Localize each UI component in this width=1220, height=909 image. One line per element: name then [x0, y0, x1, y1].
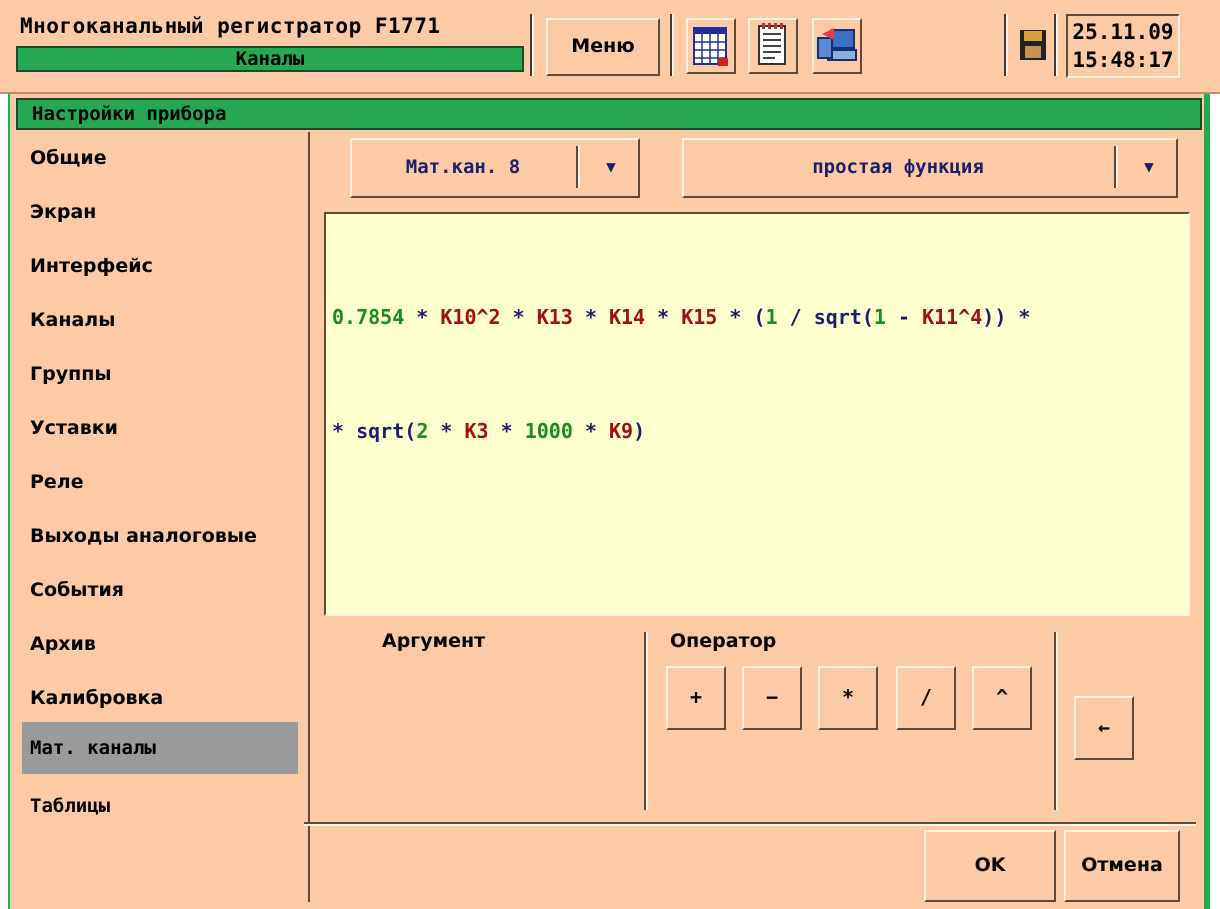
chevron-down-icon[interactable]: ▼: [586, 140, 636, 196]
sidebar-item-analog-outputs[interactable]: Выходы аналоговые: [22, 510, 298, 562]
formula-token: 0.7854: [332, 305, 405, 329]
formula-token: sqrt: [813, 305, 862, 329]
cancel-button[interactable]: Отмена: [1064, 830, 1180, 902]
sidebar-item-tables[interactable]: Таблицы: [22, 780, 298, 832]
sidebar-item-events[interactable]: События: [22, 564, 298, 616]
sidebar-item-math-channels[interactable]: Мат. каналы: [22, 722, 298, 774]
formula-token: K9: [609, 419, 634, 443]
divider: [1054, 632, 1058, 810]
backspace-button[interactable]: ←: [1074, 696, 1134, 760]
formula-token: *: [572, 305, 609, 329]
date-text: 25.11.09: [1072, 20, 1174, 44]
panel-title: Настройки прибора: [16, 98, 1202, 130]
formula-token: *: [488, 419, 525, 443]
export-data-icon[interactable]: [812, 18, 862, 74]
formula-token: ): [633, 419, 646, 443]
sidebar-item-screen[interactable]: Экран: [22, 186, 298, 238]
formula-token: (: [861, 305, 874, 329]
operator-divide-button[interactable]: /: [896, 666, 956, 730]
sidebar-item-relays[interactable]: Реле: [22, 456, 298, 508]
save-disk-icon[interactable]: [1018, 28, 1048, 62]
formula-token: -: [885, 305, 923, 329]
sidebar-item-channels[interactable]: Каналы: [22, 294, 298, 346]
formula-token: K14: [608, 305, 646, 329]
sidebar-item-calibration[interactable]: Калибровка: [22, 672, 298, 724]
sidebar-item-setpoints[interactable]: Уставки: [22, 402, 298, 454]
formula-token: 2: [416, 419, 429, 443]
settings-sidebar: Общие Экран Интерфейс Каналы Группы Уста…: [18, 132, 310, 902]
formula-token: K3: [464, 419, 489, 443]
ok-button[interactable]: OK: [924, 830, 1056, 902]
divider: [576, 146, 580, 188]
formula-editor[interactable]: 0.7854 * K10^2 * K13 * K14 * K15 * (1 / …: [324, 212, 1190, 616]
formula-line: 0.7854 * K10^2 * K13 * K14 * K15 * (1 / …: [332, 298, 1188, 336]
sidebar-item-general[interactable]: Общие: [22, 132, 298, 184]
sidebar-item-groups[interactable]: Группы: [22, 348, 298, 400]
time-text: 15:48:17: [1072, 48, 1174, 72]
formula-token: 1: [873, 305, 886, 329]
app-title: Многоканальный регистратор F1771: [20, 14, 441, 38]
operator-power-button[interactable]: ^: [972, 666, 1032, 730]
settings-panel: Настройки прибора Общие Экран Интерфейс …: [8, 94, 1210, 909]
formula-token: K13: [536, 305, 573, 329]
journal-icon[interactable]: [748, 18, 798, 74]
divider: [1054, 14, 1058, 76]
formula-token: *: [645, 305, 682, 329]
clock-display: 25.11.09 15:48:17: [1066, 14, 1180, 78]
operator-label: Оператор: [670, 630, 777, 652]
sidebar-item-archive[interactable]: Архив: [22, 618, 298, 670]
divider: [670, 14, 674, 76]
title-bar: Многоканальный регистратор F1771 Каналы …: [0, 0, 1220, 94]
formula-token: *: [332, 419, 357, 443]
operator-plus-button[interactable]: +: [666, 666, 726, 730]
formula-token: K10^2: [440, 305, 501, 329]
formula-token: *: [500, 305, 537, 329]
sidebar-item-interface[interactable]: Интерфейс: [22, 240, 298, 292]
formula-token: sqrt: [356, 419, 405, 443]
divider: [530, 14, 534, 76]
divider: [644, 632, 648, 810]
operator-minus-button[interactable]: −: [742, 666, 802, 730]
operator-multiply-button[interactable]: *: [818, 666, 878, 730]
formula-line: * sqrt(2 * K3 * 1000 * K9): [332, 412, 1188, 450]
formula-token: )) *: [982, 305, 1031, 329]
function-type-select[interactable]: простая функция ▼: [682, 138, 1178, 198]
mode-indicator: Каналы: [16, 46, 524, 72]
formula-token: * (: [717, 305, 766, 329]
formula-token: *: [404, 305, 441, 329]
function-type-value: простая функция: [812, 156, 984, 178]
formula-token: /: [777, 305, 814, 329]
formula-token: 1: [765, 305, 778, 329]
chevron-down-icon[interactable]: ▼: [1124, 140, 1174, 196]
menu-button[interactable]: Меню: [546, 18, 660, 76]
divider: [304, 822, 1196, 826]
formula-token: (: [404, 419, 417, 443]
divider: [1114, 146, 1118, 188]
formula-token: K15: [681, 305, 718, 329]
math-channel-value: Мат.кан. 8: [405, 156, 521, 178]
formula-token: 1000: [524, 419, 573, 443]
formula-token: K11^4: [922, 305, 983, 329]
formula-token: *: [428, 419, 465, 443]
math-channel-select[interactable]: Мат.кан. 8 ▼: [350, 138, 640, 198]
argument-label: Аргумент: [382, 630, 486, 652]
divider: [1004, 14, 1008, 76]
table-view-icon[interactable]: [686, 18, 736, 74]
formula-token: *: [572, 419, 609, 443]
